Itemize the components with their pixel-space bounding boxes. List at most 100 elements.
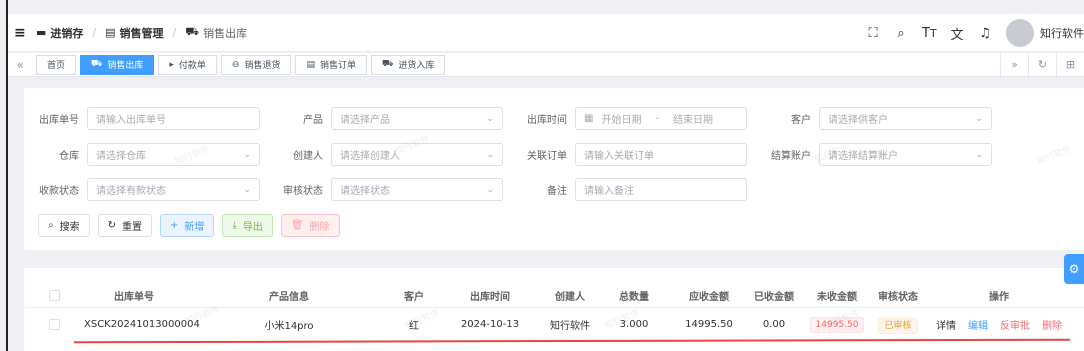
placeholder-text: 请选择有款状态	[96, 186, 166, 197]
form-row-1: 出库单号 请输入出库单号 产品 请选择产品 ⌄ 出库时间 ▦ 开始日期 - 结束…	[24, 107, 992, 130]
chevron-down-icon: ⌄	[486, 113, 494, 124]
tags-scroll-right-icon[interactable]: »	[1000, 53, 1028, 77]
breadcrumb-separator: /	[92, 26, 97, 39]
document-icon: ▤	[105, 26, 116, 39]
avatar[interactable]	[1006, 19, 1034, 47]
audit-status-select[interactable]: 请选择状态 ⌄	[331, 178, 503, 201]
search-button[interactable]: ⌕ 搜索	[38, 214, 90, 237]
font-size-icon[interactable]: TT	[922, 26, 937, 41]
chevron-down-icon: ⌄	[243, 149, 251, 160]
button-label: 导出	[242, 222, 263, 233]
column-header: 应收金额	[689, 292, 729, 303]
caret-right-icon: ▸	[169, 59, 174, 70]
remark-input[interactable]: 请输入备注	[575, 178, 747, 201]
unreceived-badge: 14995.50	[809, 316, 865, 333]
translate-icon[interactable]: 文	[950, 24, 964, 43]
row-actions: 详情 编辑 反审批 删除	[926, 317, 1072, 332]
grid-icon[interactable]: ⊞	[1056, 53, 1084, 77]
tab-sales-order[interactable]: ▤ 销售订单	[295, 54, 367, 75]
field-label: 产品	[303, 115, 323, 126]
warehouse-select[interactable]: 请选择仓库 ⌄	[87, 143, 260, 166]
cell-out-time: 2024-10-13	[460, 318, 520, 330]
column-header: 操作	[989, 292, 1009, 303]
tab-label: 销售出库	[107, 61, 144, 71]
reset-button[interactable]: ↻ 重置	[97, 214, 152, 237]
column-header: 审核状态	[878, 292, 918, 303]
chevron-down-icon: ⌄	[486, 149, 494, 160]
unaudit-link[interactable]: 反审批	[1000, 317, 1030, 332]
refresh-icon[interactable]: ↻	[1028, 53, 1056, 77]
tab-label: 销售订单	[319, 61, 356, 71]
breadcrumb-item-sales[interactable]: 销售管理	[120, 25, 164, 41]
out-no-input[interactable]: 请输入出库单号	[87, 107, 260, 130]
delete-button[interactable]: 🗑 删除	[280, 214, 340, 237]
status-badge: 已审核	[878, 317, 918, 334]
edit-link[interactable]: 编辑	[968, 317, 988, 332]
placeholder-text: 请选择仓库	[96, 151, 146, 162]
breadcrumb-item-current: 销售出库	[203, 26, 248, 40]
creator-select[interactable]: 请选择创建人 ⌄	[331, 143, 503, 166]
bell-icon[interactable]: ♫	[978, 26, 992, 41]
fullscreen-icon[interactable]: ⛶	[866, 26, 880, 41]
detail-link[interactable]: 详情	[936, 317, 956, 332]
plus-icon: +	[170, 220, 179, 231]
row-select-cell	[24, 318, 84, 330]
column-header: 出库时间	[470, 292, 510, 303]
tags-scroll-left-icon[interactable]: «	[8, 58, 32, 72]
button-label: 重置	[122, 222, 142, 233]
related-order-input[interactable]: 请输入关联订单	[575, 143, 747, 166]
add-button[interactable]: + 新增	[160, 214, 215, 237]
breadcrumb-item-inventory[interactable]: 进销存	[50, 25, 83, 41]
breadcrumb: ▬ 进销存 / ▤ 销售管理 / ⛟ 销售出库	[36, 25, 247, 41]
cell-creator: 知行软件	[550, 320, 590, 332]
calendar-icon: ▦	[584, 113, 594, 124]
tab-sales-outbound[interactable]: ⛟ 销售出库	[80, 54, 155, 75]
placeholder-text: 请输入出库单号	[96, 115, 166, 126]
refresh-icon: ↻	[107, 220, 116, 231]
account-select[interactable]: 请选择结算账户 ⌄	[819, 143, 992, 166]
cell-product: 小米14pro	[264, 320, 314, 332]
collect-status-select[interactable]: 请选择有款状态 ⌄	[87, 178, 260, 201]
username[interactable]: 知行软件	[1040, 25, 1084, 41]
export-button[interactable]: ⤓ 导出	[222, 214, 273, 237]
tab-home[interactable]: 首页	[36, 54, 77, 75]
chevron-down-icon: ⌄	[243, 184, 251, 195]
storage-icon: ▬	[36, 26, 47, 39]
row-checkbox[interactable]	[48, 318, 60, 330]
cell-unreceived: 14995.50	[804, 316, 870, 333]
search-icon[interactable]: ⌕	[894, 26, 908, 41]
product-select[interactable]: 请选择产品 ⌄	[331, 107, 503, 130]
customer-select[interactable]: 请选择供客户 ⌄	[819, 107, 992, 130]
tab-payment[interactable]: ▸ 付款单	[158, 54, 217, 75]
end-date-placeholder: 结束日期	[673, 115, 714, 126]
search-form-card: 出库单号 请输入出库单号 产品 请选择产品 ⌄ 出库时间 ▦ 开始日期 - 结束…	[24, 88, 1084, 250]
column-header: 客户	[404, 292, 424, 303]
cell-received: 0.00	[762, 318, 786, 330]
field-label: 收款状态	[39, 186, 79, 197]
placeholder-text: 请选择结算账户	[828, 151, 898, 162]
tab-sales-return[interactable]: ⊖ 销售退货	[220, 54, 292, 75]
select-all-checkbox[interactable]	[48, 290, 60, 301]
truck-icon: ⛟	[91, 59, 103, 69]
cell-out-no: XSCK20241013000004	[84, 318, 200, 330]
download-icon: ⤓	[232, 220, 237, 231]
search-icon: ⌕	[48, 220, 54, 231]
delete-link[interactable]: 删除	[1042, 317, 1062, 332]
placeholder-text: 请选择产品	[340, 115, 390, 126]
action-buttons: ⌕ 搜索 ↻ 重置 + 新增 ⤓ 导出 🗑 删除	[38, 214, 340, 237]
truck-icon: ⛟	[382, 59, 394, 69]
hamburger-icon[interactable]: ≡	[14, 25, 36, 41]
settings-icon[interactable]: ⚙	[1064, 254, 1084, 284]
column-header: 已收金额	[754, 292, 794, 303]
tags-tools: » ↻ ⊞	[1000, 53, 1084, 77]
field-label: 结算账户	[771, 151, 811, 162]
field-label: 出库单号	[39, 115, 79, 126]
table-row[interactable]: XSCK20241013000004 小米14pro 红 2024-10-13 …	[24, 310, 1084, 338]
tab-purchase-inbound[interactable]: ⛟ 进货入库	[371, 54, 446, 75]
button-label: 新增	[184, 222, 205, 233]
tags-view: « 首页 ⛟ 销售出库 ▸ 付款单 ⊖ 销售退货 ▤ 销售订单 ⛟ 进货入库 »…	[8, 53, 1084, 77]
date-range-picker[interactable]: ▦ 开始日期 - 结束日期	[575, 107, 747, 130]
tab-label: 首页	[47, 61, 66, 71]
cell-ops: 详情 编辑 反审批 删除	[926, 317, 1072, 332]
field-label: 关联订单	[527, 151, 567, 162]
